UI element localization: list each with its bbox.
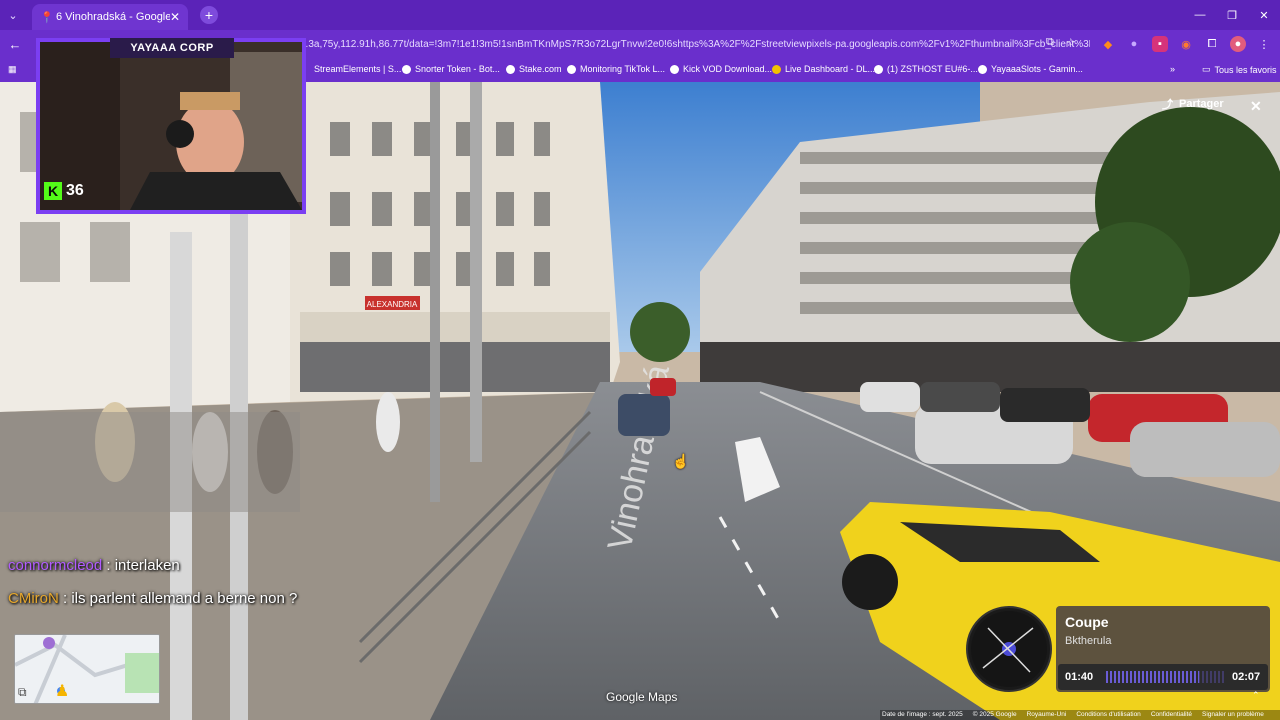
tab-google-maps[interactable]: 📍 6 Vinohradská - Google Maps ✕ [32,4,188,30]
bookmark-label: Monitoring TikTok L... [580,64,666,74]
extension-fire-icon[interactable]: ◆ [1100,36,1116,52]
bookmark-favicon-icon [670,64,679,74]
mini-map[interactable]: ♟ ⧉ [14,634,160,704]
bookmark-favicon-icon [506,64,515,74]
all-bookmarks-folder[interactable]: ▭ Tous les favoris [1202,64,1277,75]
bookmark-item[interactable]: Monitoring TikTok L... [567,64,665,74]
window-controls: — ❐ ✕ [1184,0,1280,30]
tab-search-icon[interactable]: ⌄ [0,0,26,30]
chat-message: CMiroN : ils parlent allemand a berne no… [8,590,297,607]
blue-car [618,394,670,436]
close-streetview-icon[interactable]: ✕ [1250,98,1262,115]
total-time: 02:07 [1232,671,1261,683]
bookmark-label: Stake.com [519,64,562,74]
maps-footer: Date de l'image : sept. 2025 © 2025 Goog… [880,710,1280,720]
share-label: Partager [1179,98,1224,110]
bookmark-label: YayaaaSlots - Gamin... [991,64,1083,74]
bookmark-item[interactable]: Live Dashboard - DL... [772,64,875,74]
back-arrow-icon[interactable]: ← [0,37,30,52]
bookmark-label: Kick VOD Download... [683,64,773,74]
tab-bar: ⌄ 📍 6 Vinohradská - Google Maps ✕ + — ❐ … [0,0,1280,30]
chat-message: connormcleod : interlaken [8,557,180,574]
pegman-icon[interactable]: ♟ [55,681,69,701]
extensions-area: ◆ ● ▪ ◉ ⧠ ● ⋮ [1100,36,1272,52]
share-icon: ⤴ [1162,99,1173,111]
report-link[interactable]: Signaler un problème [1202,711,1264,719]
close-tab-icon[interactable]: ✕ [170,10,180,24]
viewer-counter: K 36 [44,182,84,200]
bookmark-star-icon[interactable]: ☆ [1066,36,1076,49]
expand-up-icon[interactable]: ⌃ [1252,690,1260,701]
song-artist: Bktherula [1065,635,1112,647]
webcam-title: YAYAAA CORP [110,38,234,58]
region-link[interactable]: Royaume-Uni [1027,711,1067,719]
pedestrian [376,392,400,452]
chat-username: CMiroN [8,590,59,607]
extension-cloud-icon[interactable]: ● [1126,36,1142,52]
bookmark-item[interactable]: Snorter Token - Bot... [402,64,500,74]
chat-username: connormcleod [8,557,103,574]
new-tab-button[interactable]: + [200,6,218,24]
chat-text: : interlaken [106,557,180,574]
bookmark-item[interactable]: Kick VOD Download... [670,64,772,74]
kick-logo-icon: K [44,182,62,200]
bookmark-item[interactable]: (1) ZSTHOST EU#6-... [874,64,978,74]
silver-car [1130,422,1280,477]
address-bar[interactable]: 5.3a,75y,112.91h,86.77t/data=!3m7!1e1!3m… [300,33,1090,55]
privacy-link[interactable]: Confidentialité [1151,711,1192,719]
maps-pin-icon: 📍 [40,11,54,24]
bookmark-label: StreamElements | S... [314,64,402,74]
viewer-count: 36 [66,182,84,199]
bookmark-favicon-icon [567,64,576,74]
mini-map-graphic [15,635,159,703]
bookmark-item[interactable]: StreamElements | S... [314,64,401,74]
bookmark-label: Snorter Token - Bot... [415,64,500,74]
extension-game-icon[interactable]: ▪ [1152,36,1168,52]
tab-title: 6 Vinohradská - Google Maps [56,11,170,23]
layers-icon[interactable]: ⧉ [18,685,27,700]
share-button[interactable]: ⤴ Partager [1162,96,1224,112]
copyright: © 2025 Google [972,711,1017,718]
waveform-progress [1106,671,1224,683]
menu-kebab-icon[interactable]: ⋮ [1256,36,1272,52]
album-art-graphic [971,611,1047,687]
apps-grid-icon[interactable]: ▦ [8,64,17,75]
extension-orange-icon[interactable]: ◉ [1178,36,1194,52]
folder-icon: ▭ [1202,64,1211,74]
extensions-puzzle-icon[interactable]: ⧠ [1204,36,1220,52]
image-date: Date de l'image : sept. 2025 [882,711,963,718]
bookmarks-overflow-icon[interactable]: » [1170,64,1175,74]
all-bookmarks-label: Tous les favoris [1214,64,1277,75]
minimize-icon[interactable]: — [1184,0,1216,30]
bookmark-label: (1) ZSTHOST EU#6-... [887,64,978,74]
bookmark-favicon-icon [874,64,883,74]
bookmark-label: Live Dashboard - DL... [785,64,876,74]
omnibox-actions: ⧉ ☆ [1046,36,1076,49]
elapsed-time: 01:40 [1065,671,1094,683]
mouse-cursor-icon: ☝ [672,453,690,469]
profile-avatar-icon[interactable]: ● [1230,36,1246,52]
song-title: Coupe [1065,614,1109,630]
shop-sign-text: ALEXANDRIA [367,300,418,309]
install-app-icon[interactable]: ⧉ [1046,36,1054,49]
chat-text: : ils parlent allemand a berne non ? [63,590,298,607]
terms-link[interactable]: Conditions d'utilisation [1076,711,1140,719]
bookmark-item[interactable]: YayaaaSlots - Gamin... [978,64,1083,74]
bookmark-item[interactable]: Stake.com [506,64,562,74]
bookmark-favicon-icon [402,64,411,74]
bookmark-favicon-icon [978,64,987,74]
maximize-icon[interactable]: ❐ [1216,0,1248,30]
bookmark-favicon-icon [772,64,781,74]
album-art-disc [966,606,1052,692]
close-window-icon[interactable]: ✕ [1248,0,1280,30]
google-maps-watermark: Google Maps [606,690,678,704]
